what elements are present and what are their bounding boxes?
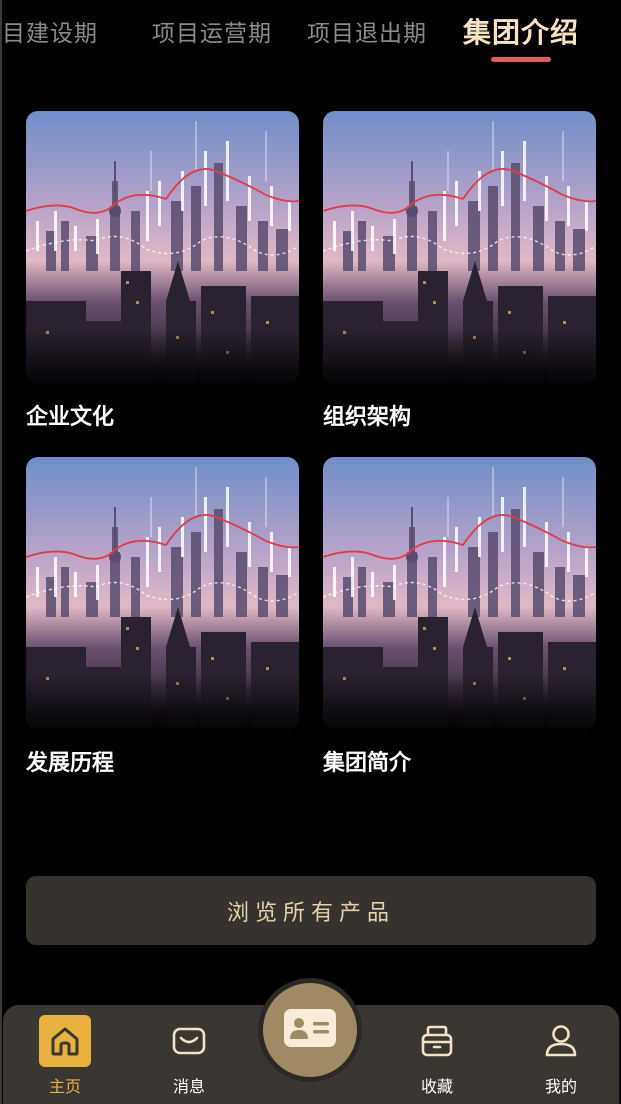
card-development-history[interactable]: 发展历程 [26,457,299,776]
card-label: 企业文化 [26,405,115,430]
card-image [26,111,299,383]
nav-item-favorites[interactable]: 收藏 [397,1005,477,1104]
tab-construction-period[interactable]: 目建设期 [2,14,116,48]
active-tab-indicator [491,57,551,62]
archive-box-icon [411,1015,463,1067]
card-label: 集团简介 [323,751,412,776]
card-corporate-culture[interactable]: 企业文化 [26,111,299,430]
card-label: 发展历程 [26,751,115,776]
home-icon [39,1015,91,1067]
city-skyline-image [323,111,596,383]
card-group-profile[interactable]: 集团简介 [323,457,596,776]
nav-label-home: 主页 [48,1077,81,1096]
city-skyline-image [26,457,299,729]
left-edge-divider [0,0,2,1104]
nav-item-profile[interactable]: 我的 [521,1005,601,1104]
nav-label-profile: 我的 [544,1077,577,1096]
nav-label-favorites: 收藏 [420,1077,453,1096]
city-skyline-image [323,457,596,729]
tab-exit-period[interactable]: 项目退出期 [307,14,427,48]
card-organization-structure[interactable]: 组织架构 [323,111,596,430]
card-image [323,111,596,383]
card-label: 组织架构 [323,405,412,430]
city-skyline-image [26,111,299,383]
browse-all-products-button[interactable]: 浏览所有产品 [26,876,596,945]
user-icon [535,1015,587,1067]
message-icon [163,1015,215,1067]
tab-operation-period[interactable]: 项目运营期 [152,14,272,48]
nav-item-home[interactable]: 主页 [25,1005,105,1104]
center-id-card-button[interactable] [263,983,357,1077]
tab-group-intro[interactable]: 集团介绍 [463,11,579,51]
top-tab-bar: 目建设期 项目运营期 项目退出期 集团介绍 [0,0,621,70]
card-image [26,457,299,729]
card-image [323,457,596,729]
id-card-icon [282,1007,338,1053]
nav-item-messages[interactable]: 消息 [149,1005,229,1104]
nav-label-messages: 消息 [172,1077,205,1096]
